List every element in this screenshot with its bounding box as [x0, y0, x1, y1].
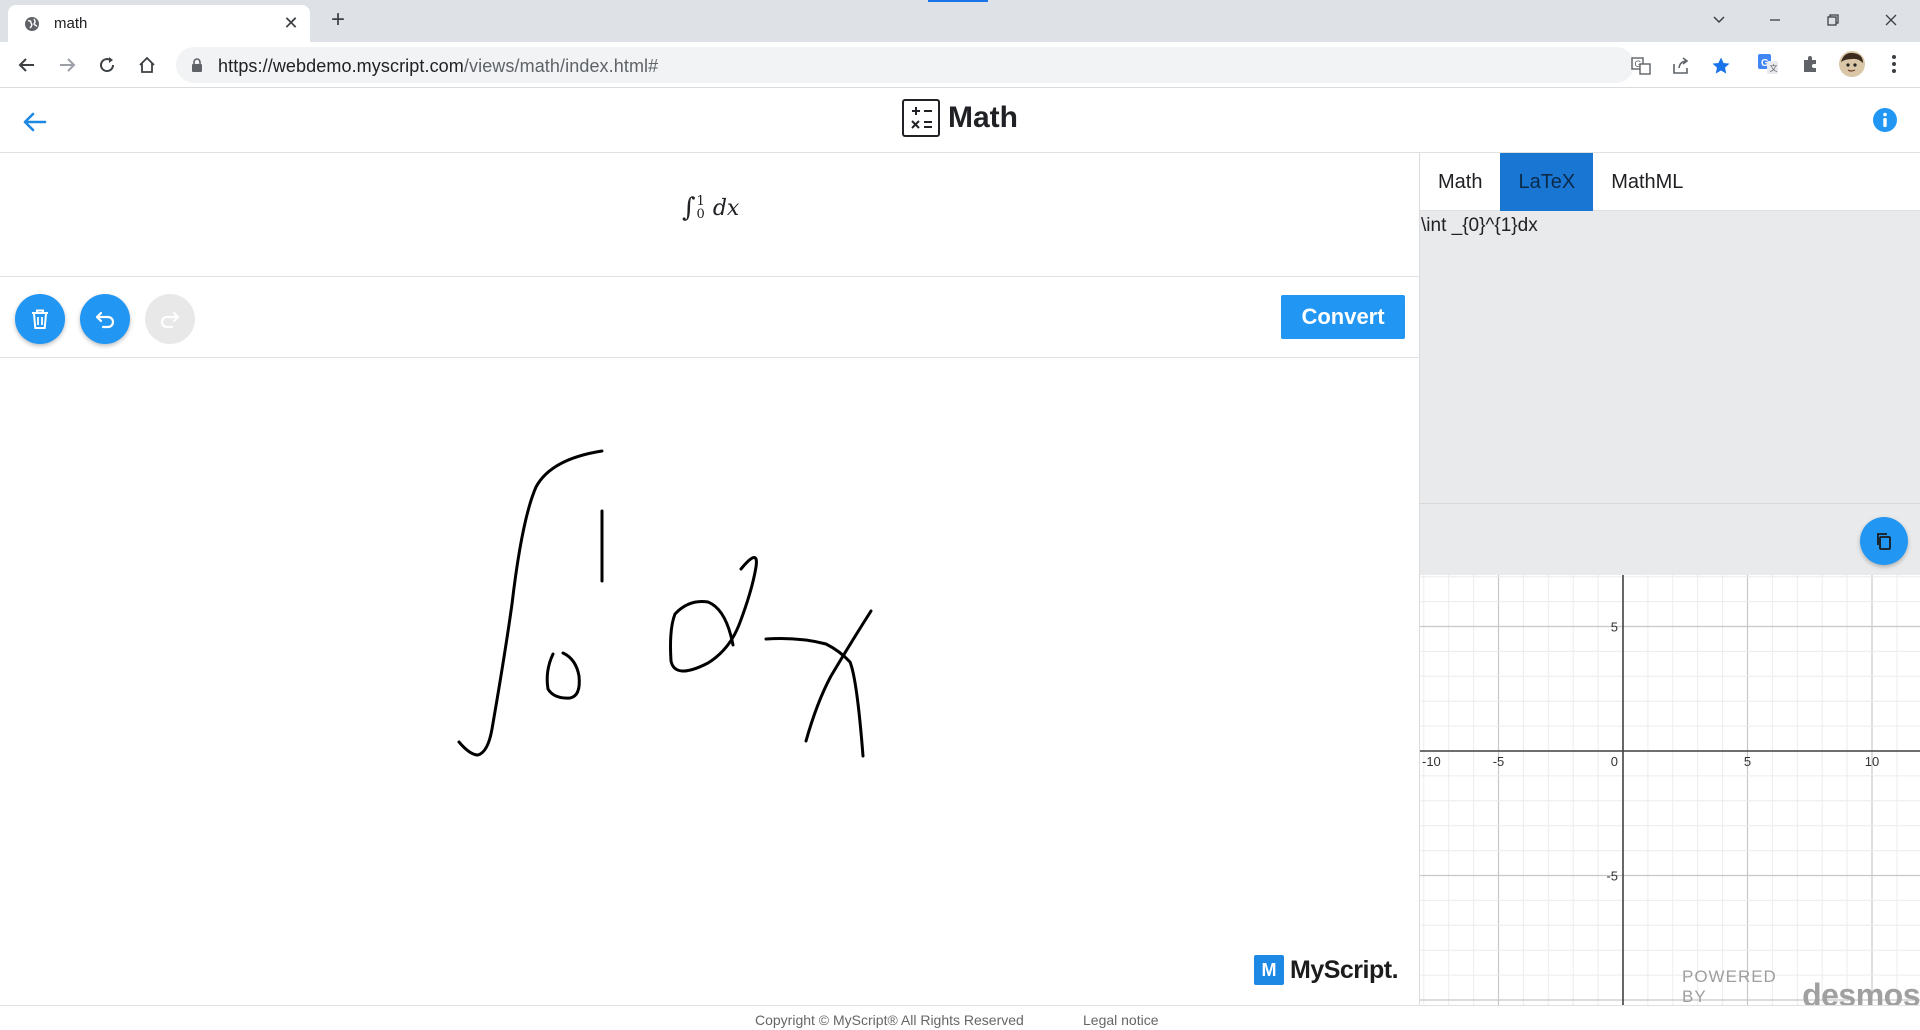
url-host: https://webdemo.myscript.com	[218, 56, 464, 76]
info-icon[interactable]	[1872, 107, 1898, 133]
output-pane: Math LaTeX MathML \int _{0}^{1}dx -10 -5 0…	[1420, 153, 1920, 1011]
tab-latex[interactable]: LaTeX	[1500, 153, 1594, 211]
address-bar[interactable]: https://webdemo.myscript.com/views/math/…	[176, 47, 1730, 83]
copy-bar	[1420, 503, 1920, 575]
lower-limit: 0	[696, 207, 705, 222]
ink-canvas[interactable]: M MyScript.	[0, 359, 1420, 1005]
y-tick-label: -5	[1606, 869, 1618, 884]
new-tab-button[interactable]: +	[326, 8, 350, 33]
globe-icon	[25, 16, 39, 31]
page-footer: Copyright © MyScript® All Rights Reserve…	[0, 1005, 1920, 1030]
copy-button[interactable]	[1860, 517, 1908, 565]
desmos-graph[interactable]: -10 -5 0 5 10 5 -5 POWERED BY desmos	[1420, 575, 1920, 1011]
browser-tab-math[interactable]: math ✕	[8, 5, 310, 42]
translate-icon[interactable]: G	[1630, 55, 1652, 77]
latex-output-box[interactable]: \int _{0}^{1}dx	[1420, 211, 1920, 503]
rendered-formula: ∫ 1 0 dx	[682, 193, 739, 223]
myscript-logo: M MyScript.	[1254, 955, 1399, 985]
y-tick-label: 5	[1611, 620, 1618, 635]
share-icon[interactable]	[1670, 55, 1692, 77]
browser-forward-icon[interactable]	[52, 50, 82, 80]
trash-icon	[32, 309, 48, 329]
calculator-icon	[902, 99, 940, 137]
x-tick-label: -5	[1493, 754, 1505, 769]
integral-sign: ∫	[682, 193, 696, 223]
url-path: /views/math/index.html#	[463, 56, 659, 76]
myscript-logo-word: MyScript.	[1290, 955, 1399, 984]
clear-button[interactable]	[15, 294, 65, 344]
svg-text:文: 文	[1770, 63, 1778, 73]
x-tick-label: 0	[1611, 754, 1618, 769]
browser-back-icon[interactable]	[12, 50, 42, 80]
x-tick-label: 10	[1865, 754, 1879, 769]
arrow-left-icon[interactable]	[20, 107, 50, 137]
chevron-down-icon[interactable]	[1696, 0, 1742, 40]
restore-icon[interactable]	[1810, 0, 1856, 40]
tab-math[interactable]: Math	[1420, 153, 1500, 211]
url-text: https://webdemo.myscript.com/views/math/…	[218, 56, 658, 77]
page-title: Math	[948, 101, 1018, 134]
myscript-logo-mark: M	[1254, 955, 1284, 985]
extensions-puzzle-icon[interactable]	[1798, 52, 1822, 76]
copy-icon	[1877, 533, 1891, 550]
copyright-text: Copyright © MyScript® All Rights Reserve…	[755, 1012, 1024, 1028]
browser-tab-title: math	[54, 15, 88, 32]
undo-button[interactable]	[80, 294, 130, 344]
reload-icon[interactable]	[92, 50, 122, 80]
graph-grid: -10 -5 0 5 10 5 -5	[1420, 575, 1920, 1005]
browser-menu-icon[interactable]	[1882, 52, 1906, 76]
latex-output: \int _{0}^{1}dx	[1421, 215, 1538, 236]
editor-toolbar: Convert	[0, 278, 1420, 358]
integral-limits: 1 0	[697, 195, 705, 221]
undo-icon	[95, 311, 115, 329]
app-header: Math	[0, 89, 1920, 153]
profile-avatar-icon[interactable]	[1838, 50, 1866, 78]
result-preview: ∫ 1 0 dx	[0, 153, 1420, 277]
close-icon[interactable]	[1868, 0, 1914, 40]
browser-tabstrip: math ✕ +	[0, 0, 1920, 42]
home-icon[interactable]	[132, 50, 162, 80]
bookmark-star-icon[interactable]	[1710, 55, 1732, 77]
convert-button[interactable]: Convert	[1281, 295, 1405, 339]
tab-close-icon[interactable]: ✕	[282, 14, 300, 32]
app-title-group: Math	[902, 99, 1018, 137]
x-tick-label: 5	[1744, 754, 1751, 769]
google-translate-extension-icon[interactable]: G文	[1756, 52, 1780, 76]
tabstrip-accent	[928, 0, 988, 2]
output-tabs: Math LaTeX MathML	[1420, 153, 1920, 211]
redo-button[interactable]	[145, 294, 195, 344]
x-tick-label: -10	[1422, 754, 1441, 769]
powered-by-text: POWERED BY	[1682, 967, 1777, 1006]
browser-toolbar: https://webdemo.myscript.com/views/math/…	[0, 42, 1920, 88]
handwriting-strokes	[457, 449, 873, 758]
lock-icon	[192, 58, 202, 72]
integrand: dx	[712, 195, 740, 221]
legal-notice-link[interactable]: Legal notice	[1083, 1012, 1159, 1028]
redo-icon	[160, 311, 180, 329]
minimize-icon[interactable]	[1752, 0, 1798, 40]
tab-mathml[interactable]: MathML	[1593, 153, 1701, 211]
powered-by-desmos: POWERED BY desmos	[1682, 967, 1920, 1011]
